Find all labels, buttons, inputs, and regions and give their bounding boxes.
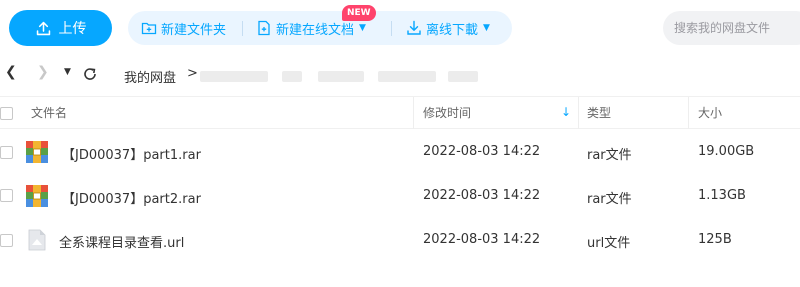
offline-download-button[interactable]: 离线下載 ▼ bbox=[406, 11, 490, 45]
column-header-modified[interactable]: 修改时间 bbox=[423, 97, 471, 129]
row-checkbox[interactable] bbox=[0, 189, 13, 202]
divider bbox=[391, 21, 392, 36]
forward-arrow-icon[interactable]: ❯ bbox=[37, 64, 49, 80]
redacted-path-segment bbox=[200, 71, 268, 82]
file-type: rar文件 bbox=[587, 192, 632, 207]
chevron-down-icon: ▼ bbox=[483, 23, 490, 33]
search-input[interactable] bbox=[663, 11, 800, 45]
new-online-doc-label: 新建在线文档 bbox=[276, 22, 355, 38]
file-modified: 2022-08-03 14:22 bbox=[423, 144, 541, 159]
new-document-icon bbox=[258, 20, 270, 36]
table-row[interactable]: 【JD00037】part2.rar 2022-08-03 14:22 rar文… bbox=[0, 175, 800, 219]
file-type: rar文件 bbox=[587, 148, 632, 163]
toolbar: 上传 新建文件夹 新建在线文档 ▼ 离线下載 ▼ NEW 搜索我的网盘文件 bbox=[0, 0, 800, 58]
rar-archive-icon bbox=[26, 141, 48, 163]
back-arrow-icon[interactable]: ❮ bbox=[5, 64, 17, 80]
file-size: 1.13GB bbox=[698, 188, 746, 203]
offline-download-label: 离线下載 bbox=[426, 22, 479, 38]
column-divider bbox=[578, 97, 579, 129]
sort-down-arrow-icon[interactable]: ↓ bbox=[561, 105, 571, 119]
upload-button[interactable]: 上传 bbox=[9, 10, 112, 46]
redacted-path-segment bbox=[448, 71, 478, 82]
chevron-down-icon: ▼ bbox=[359, 23, 366, 33]
file-type: url文件 bbox=[587, 236, 631, 251]
breadcrumb-root[interactable]: 我的网盘 bbox=[124, 67, 176, 86]
column-divider bbox=[413, 97, 414, 129]
file-name[interactable]: 【JD00037】part1.rar bbox=[62, 144, 201, 163]
file-name[interactable]: 全系课程目录查看.url bbox=[59, 232, 184, 251]
file-size: 125B bbox=[698, 232, 732, 247]
table-row[interactable]: 【JD00037】part1.rar 2022-08-03 14:22 rar文… bbox=[0, 131, 800, 175]
file-size: 19.00GB bbox=[698, 144, 755, 159]
new-folder-icon bbox=[141, 22, 157, 35]
redacted-path-segment bbox=[378, 71, 436, 82]
upload-icon bbox=[36, 21, 50, 35]
file-modified: 2022-08-03 14:22 bbox=[423, 232, 541, 247]
row-checkbox[interactable] bbox=[0, 234, 13, 247]
new-badge: NEW bbox=[342, 5, 376, 21]
divider bbox=[242, 21, 243, 36]
rar-archive-icon bbox=[26, 185, 48, 207]
new-folder-label: 新建文件夹 bbox=[161, 22, 227, 38]
url-file-icon bbox=[28, 229, 46, 251]
upload-label: 上传 bbox=[58, 21, 87, 37]
path-bar: ❮ ❯ ▼ 我的网盘 > bbox=[0, 60, 800, 90]
download-icon bbox=[407, 20, 421, 35]
column-header-name[interactable]: 文件名 bbox=[31, 97, 67, 129]
new-folder-button[interactable]: 新建文件夹 bbox=[141, 11, 226, 45]
refresh-icon[interactable] bbox=[82, 66, 98, 82]
breadcrumb-separator: > bbox=[187, 66, 198, 81]
file-name[interactable]: 【JD00037】part2.rar bbox=[62, 188, 201, 207]
column-divider bbox=[688, 97, 689, 129]
row-checkbox[interactable] bbox=[0, 146, 13, 159]
table-row[interactable]: 全系课程目录查看.url 2022-08-03 14:22 url文件 125B bbox=[0, 219, 800, 263]
redacted-path-segment bbox=[282, 71, 302, 82]
file-modified: 2022-08-03 14:22 bbox=[423, 188, 541, 203]
table-header: 文件名 修改时间 ↓ 类型 大小 bbox=[0, 96, 800, 129]
column-header-type[interactable]: 类型 bbox=[587, 97, 611, 129]
history-dropdown-icon[interactable]: ▼ bbox=[64, 67, 71, 77]
action-group: 新建文件夹 新建在线文档 ▼ 离线下載 ▼ bbox=[128, 11, 512, 45]
select-all-checkbox[interactable] bbox=[0, 107, 13, 120]
redacted-path-segment bbox=[318, 71, 364, 82]
column-header-size[interactable]: 大小 bbox=[698, 97, 722, 129]
